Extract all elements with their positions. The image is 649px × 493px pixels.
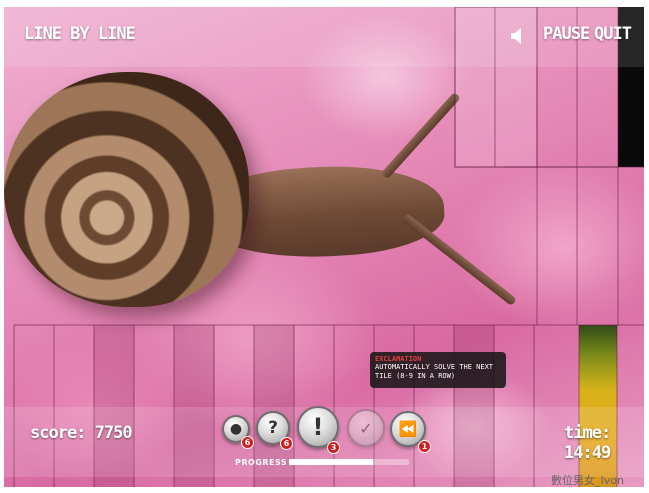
hint-count-badge: 6	[241, 436, 254, 449]
rewind-count-badge: 1	[418, 440, 431, 453]
snail-tentacle-lower	[401, 212, 518, 307]
tooltip-line-1: AUTOMATICALLY SOLVE THE NEXT	[375, 363, 494, 371]
hint-button[interactable]: ● 6	[222, 415, 254, 449]
check-button[interactable]: ✓	[347, 409, 385, 447]
tooltip-line-2: TILE (8-9 IN A ROW)	[375, 372, 456, 380]
time-display: time: 14:49	[564, 423, 611, 463]
progress-bar	[289, 459, 409, 465]
question-count-badge: 6	[280, 437, 293, 450]
progress-label: PROGRESS	[235, 458, 288, 467]
question-button[interactable]: ? 6	[256, 411, 293, 450]
exclamation-count-badge: 3	[327, 441, 340, 454]
exclamation-icon: !	[312, 413, 324, 441]
score-display: score: 7750	[30, 423, 133, 443]
tooltip-title: EXCLAMATION	[375, 355, 422, 363]
exclamation-button[interactable]: ! 3	[297, 406, 340, 454]
rewind-icon: ⏪	[398, 420, 418, 438]
snail-shell	[4, 72, 249, 307]
snail-tentacle-upper	[380, 91, 461, 180]
check-icon: ✓	[359, 418, 373, 438]
rewind-button[interactable]: ⏪ 1	[390, 411, 431, 453]
watermark: 數位男女_Ivon	[551, 474, 624, 487]
question-icon: ?	[268, 418, 278, 438]
lightbulb-icon: ●	[229, 421, 243, 437]
tool-tooltip: EXCLAMATION AUTOMATICALLY SOLVE THE NEXT…	[370, 352, 506, 388]
speaker-icon[interactable]	[510, 27, 526, 45]
progress-fill	[289, 459, 373, 465]
quit-button[interactable]: QUIT	[594, 24, 632, 44]
speaker-icon-glyph	[511, 28, 521, 44]
game-stage[interactable]: LINE BY LINE PAUSE QUIT score: 7750 time…	[4, 7, 644, 487]
game-title: LINE BY LINE	[24, 24, 136, 44]
pause-button[interactable]: PAUSE	[543, 24, 590, 44]
